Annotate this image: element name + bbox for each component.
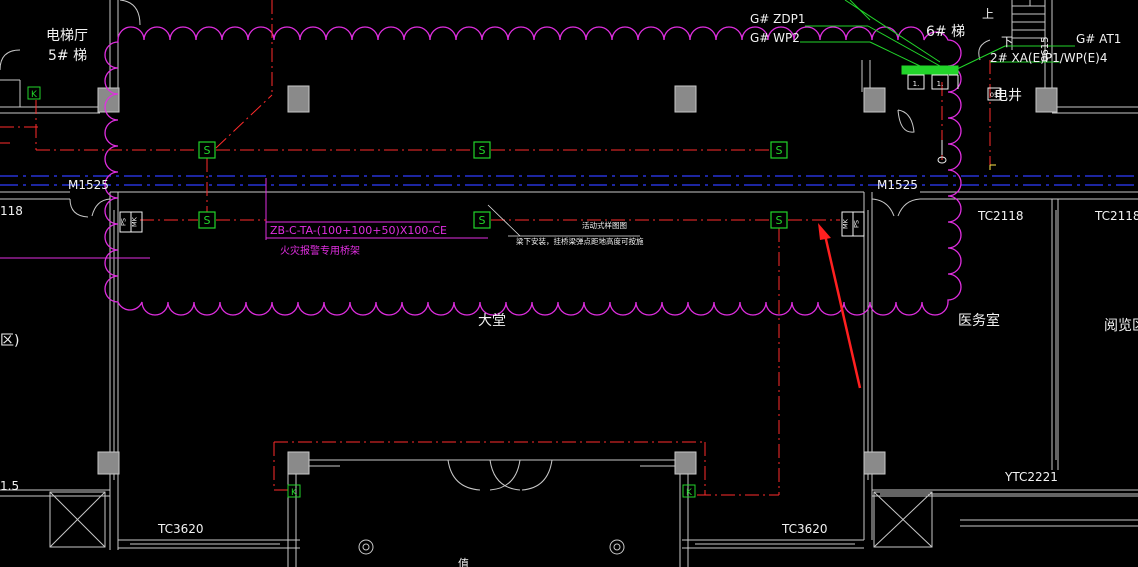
note-line2: 梁下安装，挂桥梁弹点距地高度可按施 xyxy=(516,236,644,246)
ps-label-left: PS xyxy=(120,218,128,226)
smoke-detector-icon: S xyxy=(770,141,788,159)
smoke-detector-symbol: S xyxy=(204,144,211,157)
cable-tray-spec: ZB-C-TA-(100+100+50)X100-CE xyxy=(270,224,447,237)
structural-columns xyxy=(97,85,1058,475)
module-box-right: MK PS xyxy=(841,211,865,237)
room-label-left-partial: 区) xyxy=(0,333,19,349)
door-label-tc3620-right: TC3620 xyxy=(781,522,828,536)
cable-tray-purpose: 火灾报警专用桥架 xyxy=(280,244,360,257)
fire-alarm-wiring xyxy=(0,0,991,496)
room-label-stair5: 5# 梯 xyxy=(48,48,87,64)
door-label-bottom-char: 值 xyxy=(458,557,469,567)
smoke-detector-symbol: S xyxy=(479,144,486,157)
stair-down-label: 下 xyxy=(1001,35,1013,49)
room-label-medical: 医务室 xyxy=(958,312,1000,329)
window-marks xyxy=(113,210,1138,545)
panel-box1: 1. xyxy=(913,80,920,88)
smoke-detector-symbol: S xyxy=(204,214,211,227)
panel-label-at1: G# AT1 xyxy=(1076,32,1121,46)
smoke-detector-symbol: S xyxy=(479,214,486,227)
door-label-m1525-right: M1525 xyxy=(877,178,918,192)
door-label-tc2118-b: TC2118 xyxy=(1094,209,1138,223)
door-label-118: 118 xyxy=(0,204,23,218)
panel-label-wp2: G# WP2 xyxy=(750,31,800,45)
room-label-elevator-hall: 电梯厅 xyxy=(46,28,88,44)
cad-drawing-canvas[interactable]: S S SS S S PS MK MK PS K K K 05 1. 1. 电梯… xyxy=(0,0,1138,567)
panel-code-0615: 0615 xyxy=(1040,37,1051,62)
entrance-pillars xyxy=(358,539,625,555)
smoke-detector-symbol: S xyxy=(776,214,783,227)
smoke-detector-icon: S xyxy=(198,211,216,229)
smoke-detector-icon: S xyxy=(473,141,491,159)
axis-lines xyxy=(0,175,1138,186)
door-label-tc2118-a: TC2118 xyxy=(977,209,1024,223)
building-walls xyxy=(0,0,1138,567)
k-module-lower-left: K xyxy=(287,484,301,498)
smoke-detector-icon: S xyxy=(473,211,491,229)
stair-up-label: 上 xyxy=(982,7,994,21)
room-label-elec-shaft: 电井 xyxy=(994,88,1022,104)
door-label-1-5: 1.5 xyxy=(0,479,19,493)
module-box-left: PS MK xyxy=(119,211,143,233)
mk-label-left: MK xyxy=(131,216,139,227)
red-arrow-annotation xyxy=(818,223,862,389)
k-module-lower-right: K xyxy=(682,484,696,498)
panel-box2: 1. xyxy=(937,80,944,88)
panel-label-zdp1: G# ZDP1 xyxy=(750,12,806,26)
note-line1: 活动式样图图 xyxy=(582,220,627,230)
smoke-detector-icon: S xyxy=(198,141,216,159)
room-label-lobby: 大堂 xyxy=(478,313,506,329)
ps-label-right: PS xyxy=(853,220,861,228)
distribution-panel: 1. 1. xyxy=(901,65,959,90)
k-module-upper: K xyxy=(27,86,41,100)
door-label-tc3620-left: TC3620 xyxy=(157,522,204,536)
mk-label-right: MK xyxy=(842,218,850,229)
room-label-reading: 阅览区 xyxy=(1104,318,1138,334)
door-label-ytc2221: YTC2221 xyxy=(1004,470,1058,484)
smoke-detector-icon: S xyxy=(770,211,788,229)
door-swings xyxy=(0,0,991,491)
elevator-shafts xyxy=(49,491,933,548)
door-label-m1525-left: M1525 xyxy=(68,178,109,192)
room-label-stair6: 6# 梯 xyxy=(926,24,965,40)
smoke-detector-symbol: S xyxy=(776,144,783,157)
